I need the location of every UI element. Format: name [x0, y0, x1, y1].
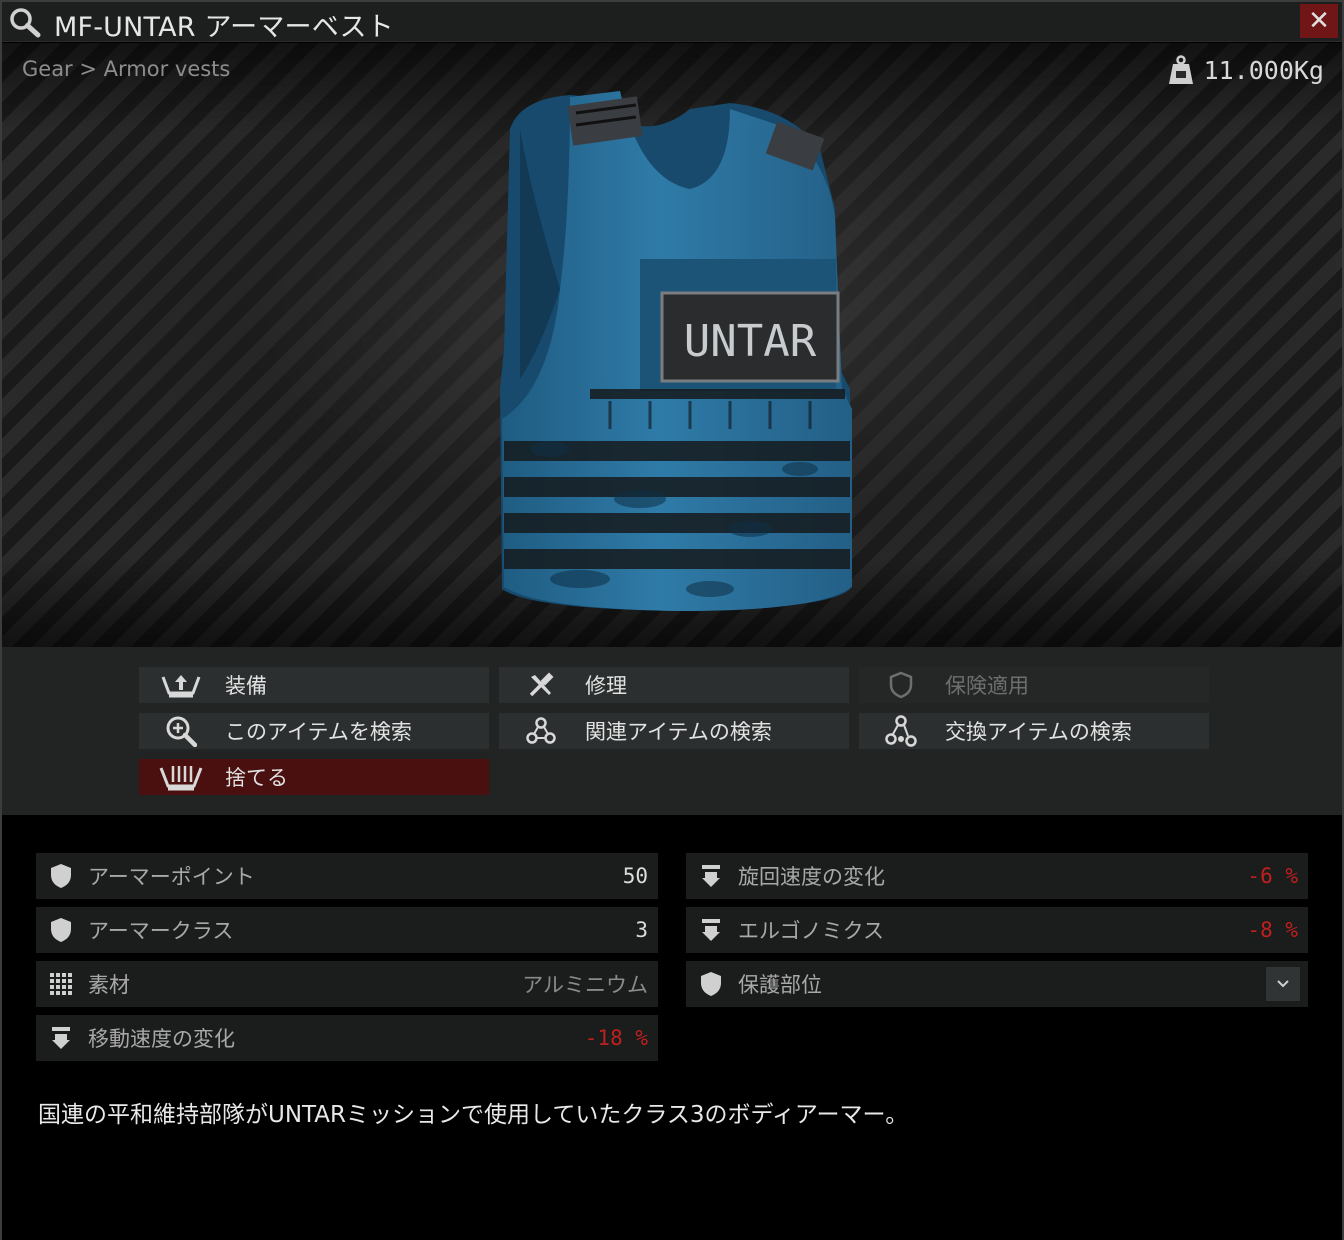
- linked-items-icon: [526, 717, 556, 744]
- stat-label: 旋回速度の変化: [738, 865, 885, 889]
- stats-section: アーマーポイント 50 アーマークラス 3 素材 アルミニウム 移動速度の変化 …: [2, 815, 1342, 1240]
- stat-value: 50: [622, 864, 648, 888]
- speed-arrow-icon: [702, 865, 720, 887]
- title-bar[interactable]: MF-UNTAR アーマーベスト ✕: [2, 2, 1342, 43]
- stat-armor-points: アーマーポイント 50: [36, 853, 658, 899]
- breadcrumb[interactable]: Gear > Armor vests: [22, 57, 230, 81]
- material-grid-icon: [50, 973, 72, 995]
- stat-label: アーマーポイント: [88, 865, 255, 889]
- weight-icon: [1168, 55, 1193, 84]
- stat-move-speed: 移動速度の変化 -18 %: [36, 1015, 658, 1061]
- action-panel: 装備 修理 保険適用 このアイテムを検索 関連アイテムの検索 交換アイテムの検索…: [2, 647, 1342, 815]
- search-zoom-icon: [166, 716, 197, 747]
- stat-value: 3: [635, 918, 648, 942]
- equip-icon: [161, 675, 201, 698]
- weight-display: 11.000Kg: [1168, 55, 1324, 85]
- stat-value: アルミニウム: [522, 973, 648, 997]
- linked-search-button[interactable]: 関連アイテムの検索: [499, 713, 849, 749]
- action-label: 装備: [225, 674, 267, 698]
- action-label: 交換アイテムの検索: [945, 720, 1132, 744]
- expand-zones-button[interactable]: [1266, 967, 1300, 1001]
- armor-shield-icon: [701, 972, 721, 996]
- chevron-down-icon: [1277, 980, 1289, 988]
- stat-label: アーマークラス: [88, 919, 234, 943]
- stat-label: 素材: [88, 973, 130, 997]
- stat-label: エルゴノミクス: [738, 919, 884, 943]
- action-label: 保険適用: [945, 674, 1029, 698]
- insurance-button: 保険適用: [859, 667, 1209, 703]
- action-label: 修理: [585, 674, 627, 698]
- search-icon: [10, 8, 41, 38]
- action-label: このアイテムを検索: [225, 720, 412, 744]
- armor-shield-icon: [51, 864, 71, 888]
- repair-icon: [529, 672, 554, 697]
- vest-patch-text: UNTAR: [684, 316, 817, 367]
- repair-button[interactable]: 修理: [499, 667, 849, 703]
- insurance-shield-icon: [889, 671, 913, 699]
- armor-shield-icon: [51, 918, 71, 942]
- item-inspect-window: MF-UNTAR アーマーベスト ✕ Gear > Armor vests 11…: [0, 0, 1344, 1240]
- armor-vest-image: UNTAR: [500, 91, 852, 611]
- item-preview: Gear > Armor vests 11.000Kg UNTAR: [2, 43, 1342, 647]
- stat-ergonomics: エルゴノミクス -8 %: [686, 907, 1308, 953]
- item-description: 国連の平和維持部隊がUNTARミッションで使用していたクラス3のボディアーマー。: [38, 1102, 909, 1128]
- discard-icon: [159, 766, 203, 791]
- speed-arrow-icon: [702, 919, 720, 941]
- discard-button[interactable]: 捨てる: [139, 759, 489, 795]
- stat-label: 保護部位: [738, 973, 822, 997]
- stat-value: -18 %: [584, 1026, 648, 1050]
- equip-button[interactable]: 装備: [139, 667, 489, 703]
- weight-value: 11.000Kg: [1203, 55, 1324, 85]
- stat-armor-class: アーマークラス 3: [36, 907, 658, 953]
- search-item-button[interactable]: このアイテムを検索: [139, 713, 489, 749]
- stat-material: 素材 アルミニウム: [36, 961, 658, 1007]
- barter-search-button[interactable]: 交換アイテムの検索: [859, 713, 1209, 749]
- action-label: 捨てる: [225, 766, 288, 790]
- close-button[interactable]: ✕: [1300, 4, 1338, 38]
- stat-label: 移動速度の変化: [88, 1027, 235, 1051]
- stat-value: -8 %: [1247, 918, 1298, 942]
- action-label: 関連アイテムの検索: [585, 720, 772, 744]
- window-title: MF-UNTAR アーマーベスト: [54, 12, 394, 43]
- barter-items-icon: [885, 715, 917, 747]
- stat-protected-zones: 保護部位: [686, 961, 1308, 1007]
- stat-turn-speed: 旋回速度の変化 -6 %: [686, 853, 1308, 899]
- speed-arrow-icon: [52, 1027, 70, 1049]
- stat-value: -6 %: [1247, 864, 1298, 888]
